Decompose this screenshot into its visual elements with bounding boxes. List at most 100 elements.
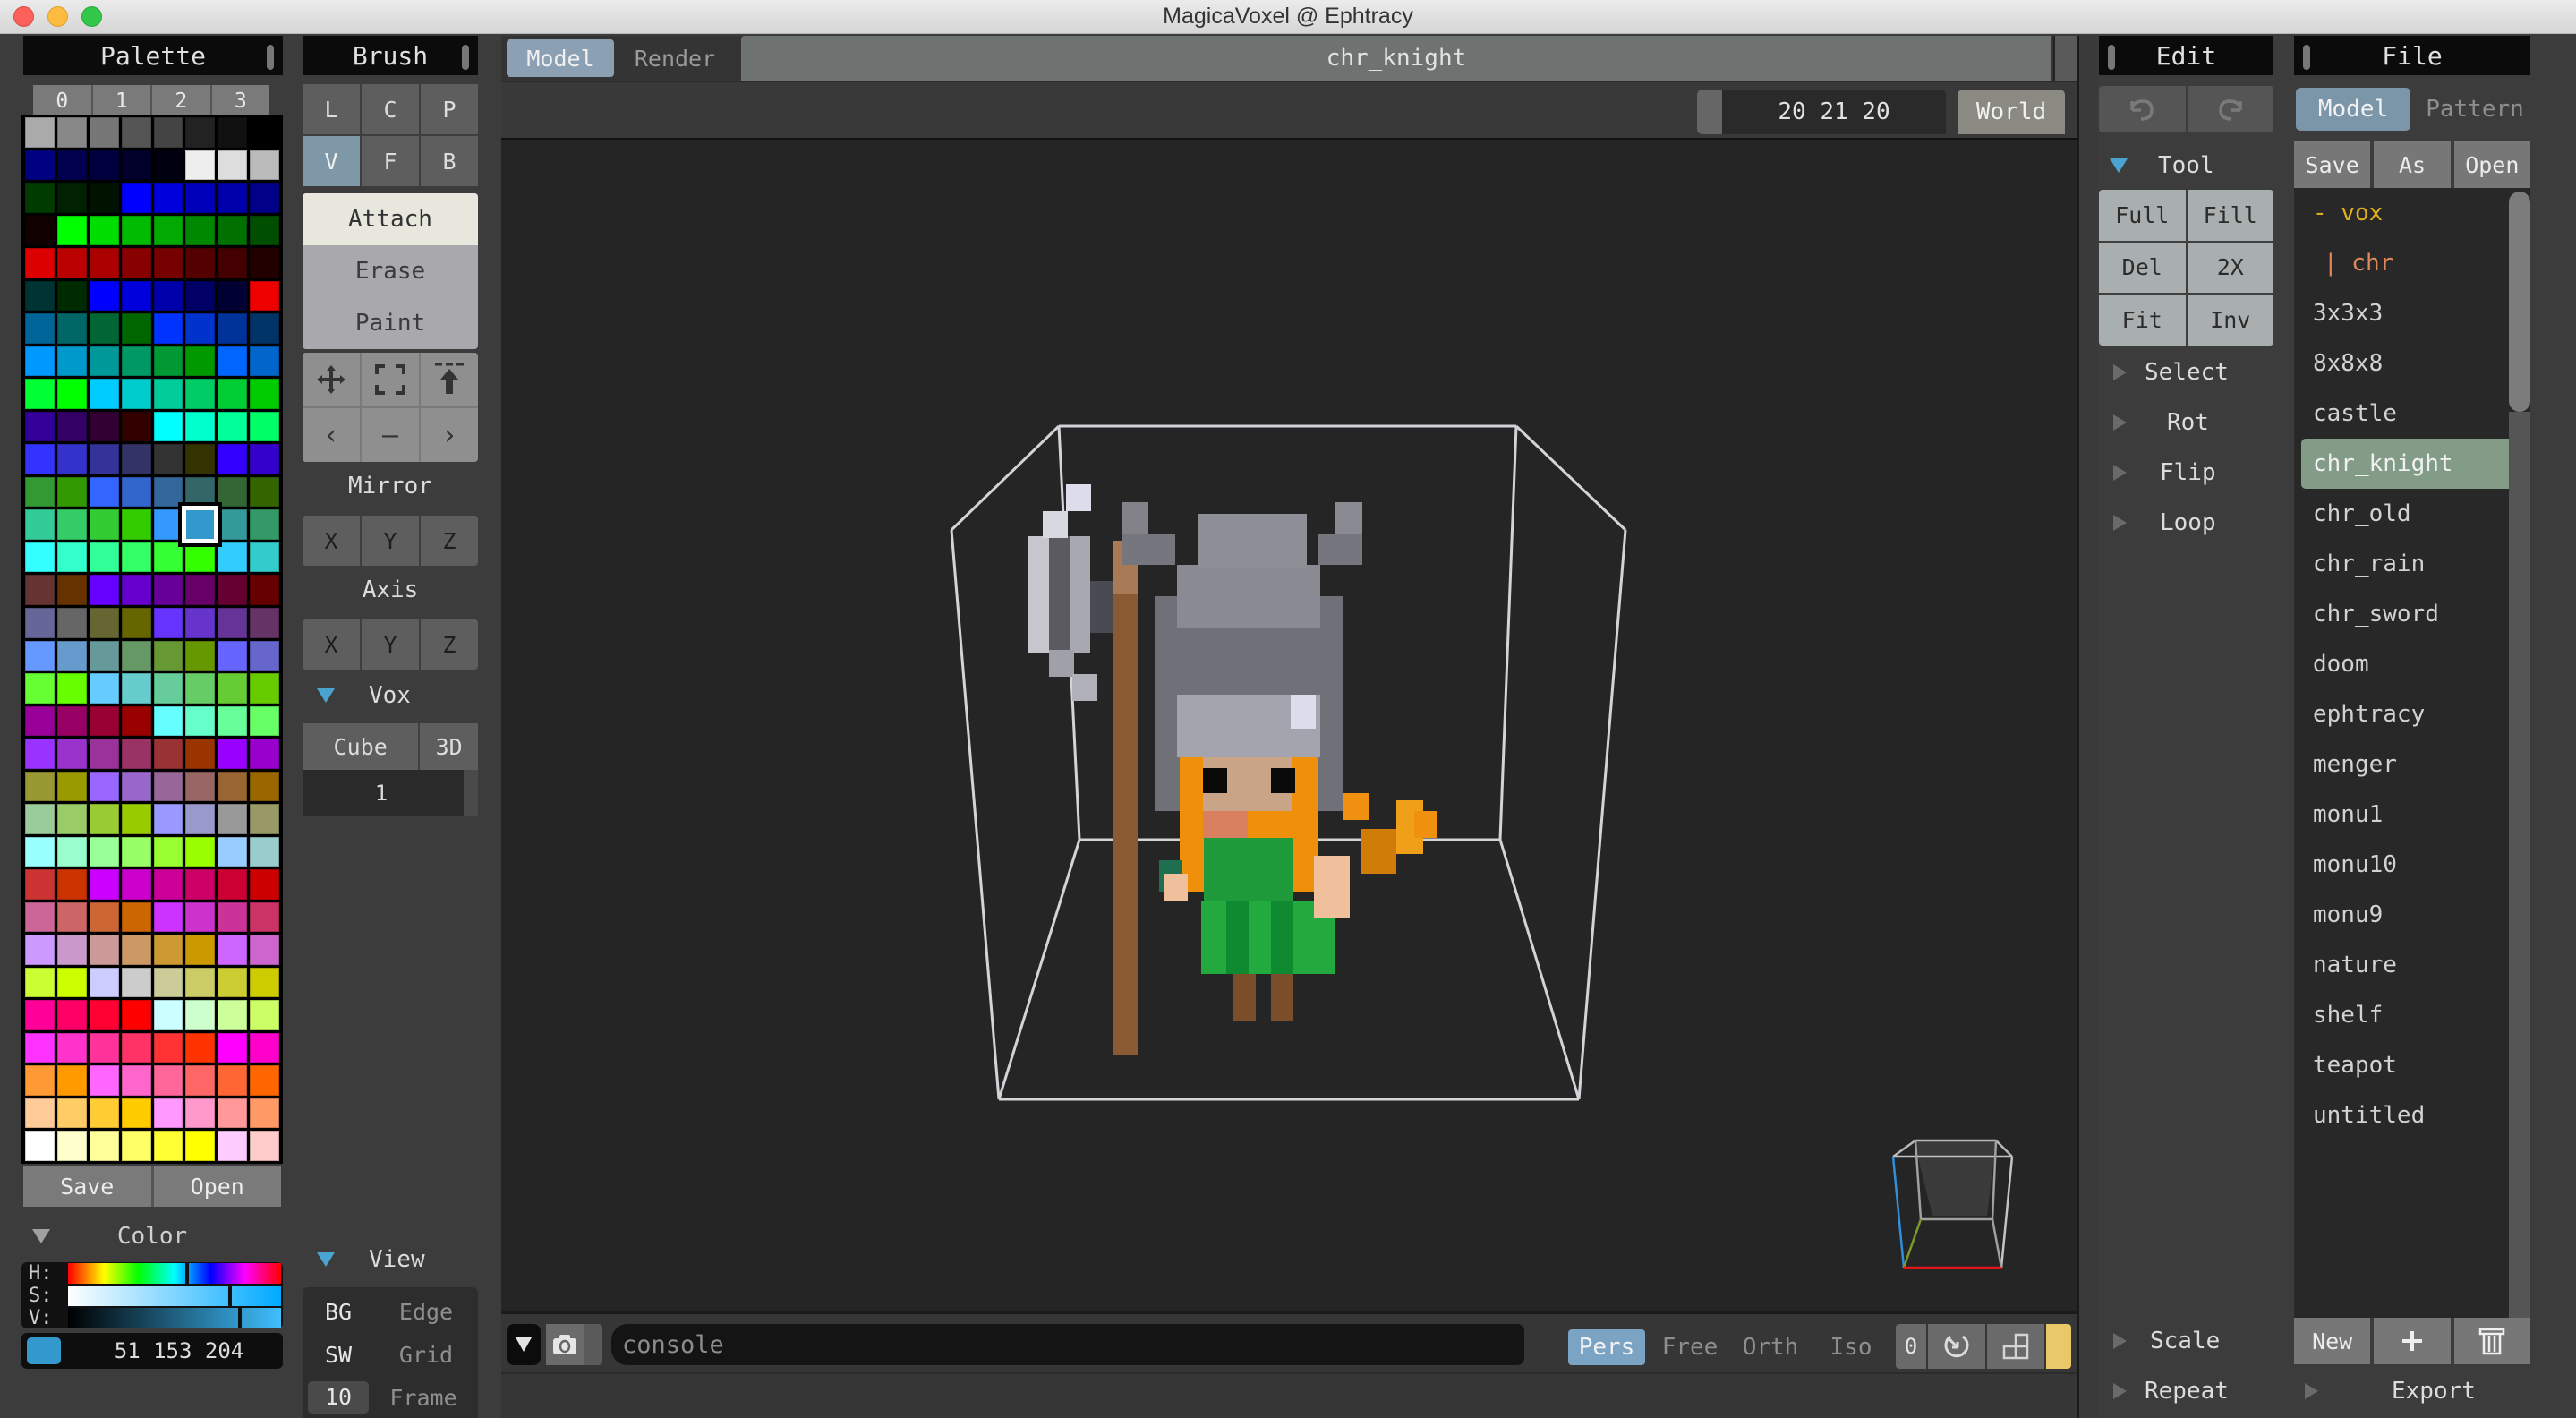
palette-tab-3[interactable]: 3 bbox=[211, 85, 269, 117]
palette-swatch[interactable] bbox=[153, 1098, 183, 1129]
palette-swatch[interactable] bbox=[185, 935, 216, 965]
palette-swatch[interactable] bbox=[56, 1065, 87, 1096]
palette-swatch[interactable] bbox=[121, 1032, 151, 1064]
palette-swatch[interactable] bbox=[250, 1065, 279, 1096]
folder-chr[interactable]: | chr bbox=[2294, 238, 2530, 288]
palette-swatch[interactable] bbox=[25, 575, 55, 605]
palette-swatch[interactable] bbox=[218, 771, 248, 802]
palette-swatch[interactable] bbox=[56, 901, 87, 933]
brush-mode-center[interactable]: C bbox=[362, 84, 419, 134]
palette-swatch[interactable] bbox=[56, 280, 87, 312]
palette-swatch[interactable] bbox=[185, 411, 216, 442]
palette-swatch[interactable] bbox=[250, 117, 279, 148]
flip-section-header[interactable]: Flip bbox=[2099, 455, 2273, 491]
palette-swatch[interactable] bbox=[185, 117, 216, 148]
palette-swatch[interactable] bbox=[89, 346, 119, 377]
palette-swatch[interactable] bbox=[250, 901, 279, 933]
palette-swatch[interactable] bbox=[153, 901, 183, 933]
file-item[interactable]: castle bbox=[2294, 389, 2530, 439]
palette-swatch[interactable] bbox=[89, 869, 119, 900]
repeat-section-header[interactable]: Repeat bbox=[2099, 1373, 2273, 1409]
tool-fill-button[interactable]: Fill bbox=[2187, 190, 2273, 241]
add-model-button[interactable] bbox=[2374, 1318, 2451, 1364]
vox-size-scrollbar[interactable] bbox=[464, 770, 478, 816]
palette-swatch[interactable] bbox=[153, 771, 183, 802]
palette-tab-2[interactable]: 2 bbox=[152, 85, 212, 117]
brush-mode-line[interactable]: L bbox=[303, 84, 360, 134]
palette-swatch[interactable] bbox=[218, 935, 248, 965]
tool-fit-button[interactable]: Fit bbox=[2099, 295, 2186, 346]
world-space-toggle[interactable]: World bbox=[1958, 90, 2065, 134]
saturation-slider-handle[interactable] bbox=[227, 1286, 232, 1306]
palette-swatch[interactable] bbox=[56, 673, 87, 704]
edit-panel-grip[interactable] bbox=[2108, 45, 2115, 70]
palette-swatch[interactable] bbox=[121, 705, 151, 737]
tool-double-button[interactable]: 2X bbox=[2187, 242, 2273, 294]
palette-swatch[interactable] bbox=[121, 476, 151, 508]
palette-swatch[interactable] bbox=[56, 183, 87, 213]
frame-toggle[interactable]: Frame bbox=[369, 1385, 478, 1411]
palette-swatch[interactable] bbox=[89, 379, 119, 409]
palette-swatch[interactable] bbox=[25, 640, 55, 671]
palette-swatch[interactable] bbox=[56, 313, 87, 344]
file-item[interactable]: monu1 bbox=[2294, 790, 2530, 840]
hue-slider-handle[interactable] bbox=[184, 1263, 189, 1284]
palette-swatch[interactable] bbox=[250, 476, 279, 508]
viewport-tabbar-scroll[interactable] bbox=[2053, 36, 2077, 81]
palette-swatch[interactable] bbox=[89, 444, 119, 474]
palette-swatch[interactable] bbox=[250, 836, 279, 867]
vox-size-field[interactable]: 1 bbox=[303, 770, 478, 816]
hue-slider[interactable] bbox=[68, 1263, 281, 1284]
camera-mode-free[interactable]: Free bbox=[1654, 1329, 1726, 1365]
palette-swatch[interactable] bbox=[89, 476, 119, 508]
vox-section-header[interactable]: Vox bbox=[303, 680, 478, 711]
palette-swatch[interactable] bbox=[185, 640, 216, 671]
palette-swatch[interactable] bbox=[89, 313, 119, 344]
console-toggle-button[interactable] bbox=[507, 1324, 541, 1365]
palette-swatch[interactable] bbox=[121, 1131, 151, 1161]
palette-swatch[interactable] bbox=[185, 869, 216, 900]
palette-swatch[interactable] bbox=[250, 705, 279, 737]
tool-invert-button[interactable]: Inv bbox=[2187, 295, 2273, 346]
file-item[interactable]: 8x8x8 bbox=[2294, 338, 2530, 389]
palette-swatch[interactable] bbox=[153, 739, 183, 769]
reset-button[interactable]: — bbox=[362, 408, 419, 462]
palette-swatch[interactable] bbox=[153, 280, 183, 312]
palette-swatch[interactable] bbox=[153, 705, 183, 737]
palette-swatch[interactable] bbox=[218, 1131, 248, 1161]
palette-swatch[interactable] bbox=[121, 739, 151, 769]
palette-swatch[interactable] bbox=[153, 215, 183, 246]
dimension-field-handle[interactable] bbox=[1697, 90, 1722, 134]
file-panel-grip[interactable] bbox=[2303, 45, 2310, 70]
palette-swatch[interactable] bbox=[185, 575, 216, 605]
palette-swatch[interactable] bbox=[56, 607, 87, 638]
palette-swatch[interactable] bbox=[185, 1000, 216, 1030]
palette-swatch[interactable] bbox=[250, 673, 279, 704]
palette-swatch[interactable] bbox=[25, 183, 55, 213]
palette-swatch[interactable] bbox=[185, 804, 216, 834]
palette-swatch[interactable] bbox=[89, 1098, 119, 1129]
palette-swatch[interactable] bbox=[185, 836, 216, 867]
palette-swatch[interactable] bbox=[25, 804, 55, 834]
palette-swatch[interactable] bbox=[25, 869, 55, 900]
axis-z-button[interactable]: Z bbox=[421, 619, 478, 670]
palette-swatch[interactable] bbox=[185, 542, 216, 573]
palette-swatch[interactable] bbox=[56, 869, 87, 900]
palette-swatch[interactable] bbox=[121, 771, 151, 802]
palette-swatch[interactable] bbox=[218, 542, 248, 573]
render-mode-tab[interactable]: Render bbox=[621, 39, 729, 77]
palette-swatch[interactable] bbox=[25, 1098, 55, 1129]
select-region-button[interactable] bbox=[362, 353, 419, 406]
file-item[interactable]: monu10 bbox=[2294, 840, 2530, 890]
palette-swatch[interactable] bbox=[56, 771, 87, 802]
palette-swatch[interactable] bbox=[89, 836, 119, 867]
palette-swatch[interactable] bbox=[250, 280, 279, 312]
palette-swatch[interactable] bbox=[56, 575, 87, 605]
3d-viewport[interactable] bbox=[501, 138, 2077, 1311]
palette-swatch[interactable] bbox=[25, 444, 55, 474]
vox-3d-button[interactable]: 3D bbox=[420, 723, 478, 770]
palette-swatch[interactable] bbox=[89, 117, 119, 148]
palette-swatch[interactable] bbox=[218, 117, 248, 148]
palette-swatch[interactable] bbox=[121, 575, 151, 605]
palette-swatch[interactable] bbox=[56, 117, 87, 148]
